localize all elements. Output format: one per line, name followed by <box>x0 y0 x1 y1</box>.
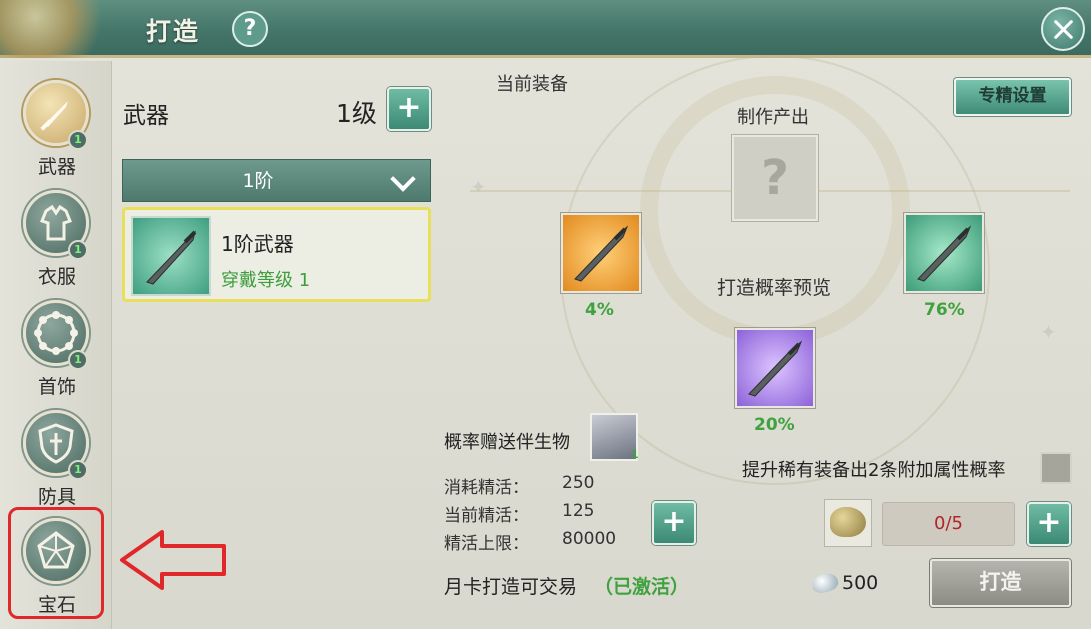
monthly-card-label: 月卡打造可交易 <box>444 576 578 598</box>
stat-value: 80000 <box>562 529 617 549</box>
help-button[interactable]: ? <box>232 11 268 47</box>
list-title: 武器 <box>123 103 169 129</box>
ore-plus-button[interactable]: + <box>1027 502 1071 546</box>
list-item-selected[interactable]: 1阶武器 穿戴等级 1 <box>122 207 431 302</box>
probability-pct: 76% <box>924 300 965 320</box>
output-label: 制作产出 <box>737 107 809 128</box>
sword-icon <box>131 216 211 296</box>
title-ornament-icon <box>0 0 118 58</box>
sword-icon <box>748 340 803 397</box>
forge-window: ✦ ✦ 打造 ? 1 武器 1 衣服 1 首饰 1 防具 宝石 武器 1级 + … <box>0 0 1091 629</box>
annotation-highlight-box <box>8 507 104 619</box>
probability-slot-orange[interactable] <box>561 213 641 293</box>
probability-pct: 4% <box>585 300 614 320</box>
category-clothes[interactable]: 1 衣服 <box>17 190 97 290</box>
category-badge: 1 <box>68 460 88 480</box>
category-badge: 1 <box>68 130 88 150</box>
background-watermark: ✦ <box>1040 320 1057 344</box>
spec-settings-button[interactable]: 专精设置 <box>954 78 1071 116</box>
current-equip-label: 当前装备 <box>496 74 568 95</box>
close-button[interactable] <box>1041 7 1085 51</box>
rare-bonus-label: 提升稀有装备出2条附加属性概率 <box>742 460 1006 481</box>
category-label: 武器 <box>37 156 76 178</box>
preview-label: 打造概率预览 <box>717 277 832 299</box>
stat-label: 当前精活： <box>444 506 529 526</box>
rare-bonus-checkbox[interactable] <box>1040 452 1072 484</box>
level-plus-button[interactable]: + <box>387 87 431 131</box>
question-icon: ? <box>761 150 789 206</box>
output-slot[interactable]: ? <box>732 135 818 221</box>
probability-slot-green[interactable] <box>904 213 984 293</box>
monthly-card-status: （已激活） <box>594 576 690 598</box>
stat-label: 精活上限： <box>444 534 529 554</box>
category-label: 防具 <box>37 486 76 508</box>
companion-item-slot[interactable]: 1 <box>590 413 639 461</box>
level-text: 1级 <box>336 99 377 128</box>
window-title: 打造 <box>146 17 201 46</box>
ore-icon <box>830 507 866 537</box>
item-requirement: 穿戴等级 1 <box>221 270 311 291</box>
background-watermark: ✦ <box>470 175 487 199</box>
title-bar: 打造 ? <box>0 0 1091 58</box>
category-armor[interactable]: 1 防具 <box>17 410 97 510</box>
ore-count: 0/5 <box>934 513 963 534</box>
tier-dropdown[interactable]: 1阶 <box>122 159 431 202</box>
tier-dropdown-value: 1阶 <box>242 170 274 192</box>
sword-icon <box>917 225 972 282</box>
ore-count-field: 0/5 <box>882 502 1015 546</box>
category-badge: 1 <box>68 350 88 370</box>
stat-value: 125 <box>562 501 595 521</box>
category-badge: 1 <box>68 240 88 260</box>
category-weapon[interactable]: 1 武器 <box>17 80 97 180</box>
energy-plus-button[interactable]: + <box>652 501 696 545</box>
category-jewelry[interactable]: 1 首饰 <box>17 300 97 400</box>
ore-slot[interactable] <box>824 499 872 547</box>
category-label: 首饰 <box>37 376 76 398</box>
sword-icon <box>574 225 629 282</box>
probability-pct: 20% <box>754 415 795 435</box>
probability-slot-purple[interactable] <box>735 328 815 408</box>
silver-icon <box>810 570 840 596</box>
forge-button[interactable]: 打造 <box>930 559 1071 607</box>
item-name: 1阶武器 <box>221 232 294 256</box>
silver-amount: 500 <box>842 572 879 594</box>
stat-label: 消耗精活： <box>444 478 529 498</box>
category-label: 衣服 <box>37 266 76 288</box>
stat-value: 250 <box>562 473 595 493</box>
companion-qty: 1 <box>631 448 639 461</box>
annotation-arrow-icon <box>120 530 226 590</box>
companion-label: 概率赠送伴生物 <box>444 432 570 453</box>
